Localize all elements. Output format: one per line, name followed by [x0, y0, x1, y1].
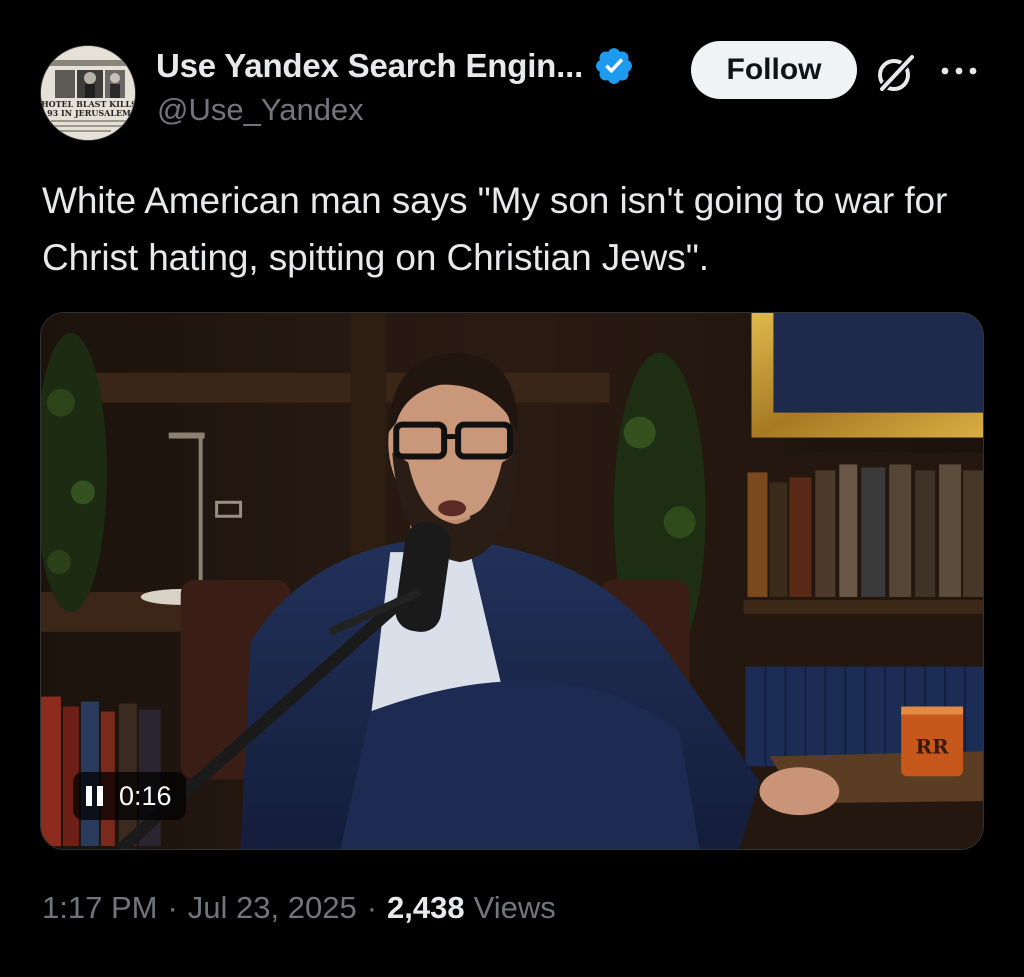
pause-icon[interactable]: [85, 784, 105, 808]
author-name-row[interactable]: Use Yandex Search Engin...: [156, 44, 635, 88]
mug-logo: RR: [916, 734, 950, 758]
grok-icon[interactable]: [873, 50, 919, 96]
author-avatar[interactable]: HOTEL BLAST KILLS 93 IN JERUSALEM: [40, 45, 136, 141]
video-elapsed-time: 0:16: [119, 780, 172, 811]
tweet-meta: 1:17 PM · Jul 23, 2025 · 2,438 Views: [42, 890, 556, 926]
avatar-caption-line2: 93 IN JERUSALEM: [47, 108, 131, 118]
meta-separator-2: ·: [366, 890, 378, 925]
verified-badge-icon: [596, 48, 632, 84]
author-display-name[interactable]: Use Yandex Search Engin...: [156, 47, 583, 85]
meta-separator-1: ·: [167, 890, 178, 925]
video-controls[interactable]: 0:16: [73, 772, 186, 820]
views-label: Views: [473, 890, 556, 925]
newspaper-avatar-image: HOTEL BLAST KILLS 93 IN JERUSALEM: [41, 46, 135, 140]
video-player[interactable]: RR 0:16: [40, 312, 984, 850]
tweet-date[interactable]: Jul 23, 2025: [188, 890, 357, 926]
follow-button[interactable]: Follow: [691, 41, 857, 99]
author-handle[interactable]: @Use_Yandex: [157, 92, 364, 128]
more-horizontal-icon[interactable]: [938, 56, 980, 86]
tweet-text: White American man says "My son isn't go…: [42, 180, 948, 278]
views-count: 2,438: [387, 890, 465, 925]
tweet-time[interactable]: 1:17 PM: [42, 890, 157, 926]
video-frame: RR: [41, 313, 983, 849]
